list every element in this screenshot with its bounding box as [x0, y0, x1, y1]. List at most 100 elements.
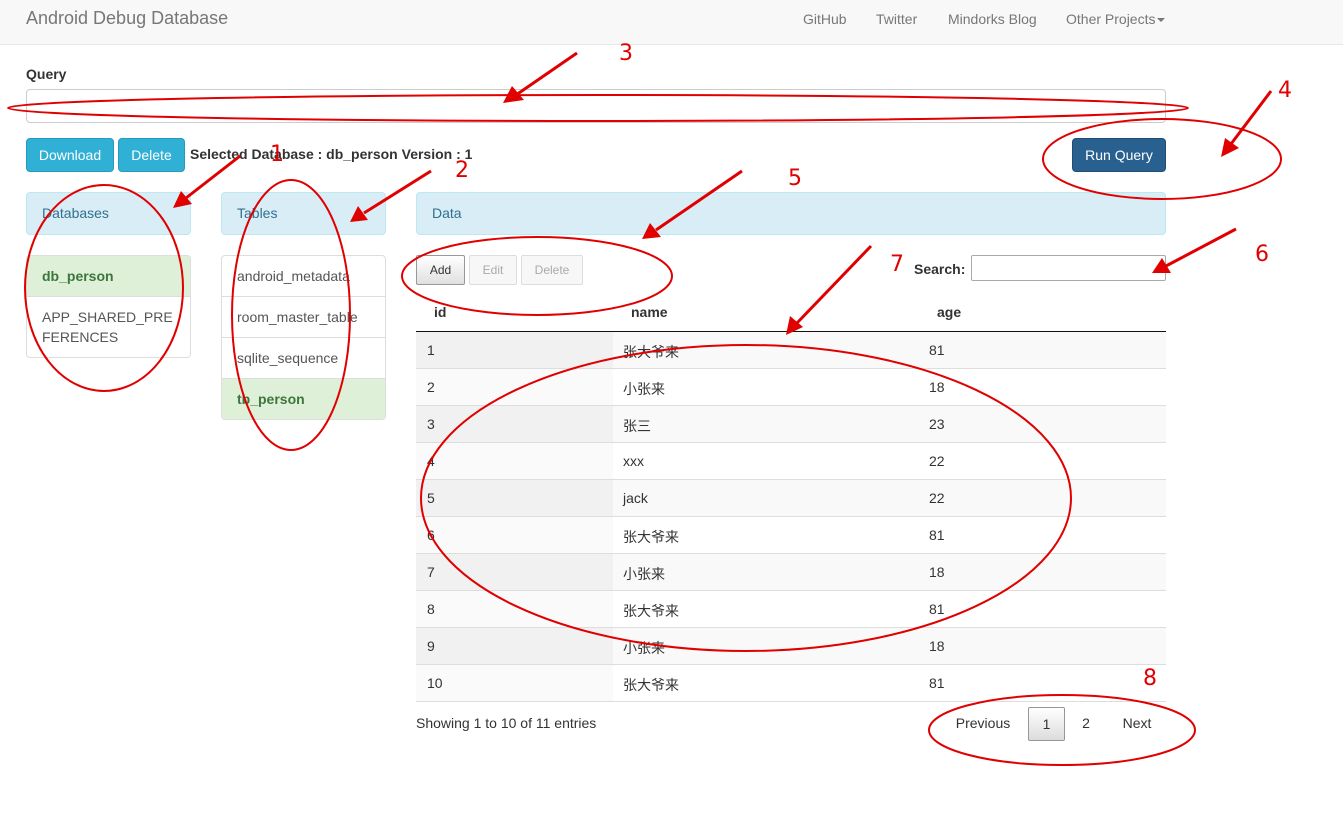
tables-list: android_metadata room_master_table sqlit…	[221, 255, 386, 420]
sorted-column-shade	[416, 480, 613, 516]
column-header-id[interactable]: id	[434, 304, 446, 320]
table-item-tb-person[interactable]: tb_person	[222, 378, 385, 419]
nav-dropdown-other-projects[interactable]: Other Projects	[1066, 11, 1166, 27]
table-cell-id: 4	[427, 453, 435, 469]
sorted-column-shade	[416, 628, 613, 664]
table-cell-id: 5	[427, 490, 435, 506]
nav-link-other-projects-label: Other Projects	[1066, 11, 1156, 27]
table-cell-name: 张大爷来	[623, 529, 679, 545]
edit-row-button[interactable]: Edit	[469, 255, 517, 285]
download-button[interactable]: Download	[26, 138, 114, 172]
sorted-column-shade	[416, 665, 613, 701]
table-cell-name: 张大爷来	[623, 603, 679, 619]
annotation-number-2: 2	[455, 158, 469, 183]
table-row[interactable]: 1 张大爷来 81	[416, 332, 1166, 369]
sorted-column-shade	[416, 406, 613, 442]
nav-link-twitter[interactable]: Twitter	[876, 11, 917, 27]
table-cell-name: 小张来	[623, 566, 665, 582]
delete-database-button[interactable]: Delete	[118, 138, 185, 172]
sorted-column-shade	[416, 369, 613, 405]
table-cell-age: 23	[929, 416, 945, 432]
annotation-number-7: 7	[890, 252, 904, 277]
delete-row-button[interactable]: Delete	[521, 255, 583, 285]
caret-down-icon	[1157, 18, 1166, 23]
database-item-app-shared-preferences[interactable]: APP_SHARED_PRE FERENCES	[27, 296, 190, 357]
table-cell-name: 张三	[623, 418, 651, 434]
table-header-row: id name age	[416, 293, 1166, 332]
sorted-column-shade	[416, 332, 613, 368]
top-navbar: Android Debug Database GitHub Twitter Mi…	[0, 0, 1343, 45]
table-body: 1 张大爷来 81 2 小张来 18 3 张三 23 4 xxx 22 5 jack 22 6 张大爷来 81 7 小…	[416, 332, 1166, 702]
table-cell-name: 张大爷来	[623, 344, 679, 360]
query-input[interactable]	[26, 89, 1166, 123]
annotation-number-3: 3	[619, 41, 633, 66]
add-row-button[interactable]: Add	[416, 255, 465, 285]
sorted-column-shade	[416, 554, 613, 590]
pagination-previous[interactable]: Previous	[944, 707, 1022, 741]
table-item-sqlite-sequence[interactable]: sqlite_sequence	[222, 337, 385, 378]
table-cell-name: xxx	[623, 453, 644, 469]
table-cell-id: 8	[427, 601, 435, 617]
search-input[interactable]	[971, 255, 1166, 281]
databases-panel-heading: Databases	[26, 192, 191, 235]
annotation-number-1: 1	[270, 142, 284, 167]
sorted-column-shade	[416, 443, 613, 479]
search-label: Search:	[914, 261, 966, 277]
table-cell-name: jack	[623, 490, 648, 506]
column-header-age[interactable]: age	[937, 304, 961, 320]
pagination-page-2[interactable]: 2	[1069, 707, 1103, 741]
table-row[interactable]: 4 xxx 22	[416, 443, 1166, 480]
app-brand[interactable]: Android Debug Database	[26, 8, 228, 29]
tables-panel-heading: Tables	[221, 192, 386, 235]
table-cell-name: 张大爷来	[623, 677, 679, 693]
data-panel-heading: Data	[416, 192, 1166, 235]
table-cell-id: 10	[427, 675, 443, 691]
table-row[interactable]: 5 jack 22	[416, 480, 1166, 517]
table-cell-id: 6	[427, 527, 435, 543]
annotation-number-8: 8	[1143, 666, 1157, 691]
table-cell-id: 7	[427, 564, 435, 580]
pagination-page-1[interactable]: 1	[1028, 707, 1065, 741]
table-cell-age: 81	[929, 527, 945, 543]
sorted-column-shade	[416, 591, 613, 627]
table-row[interactable]: 9 小张来 18	[416, 628, 1166, 665]
table-cell-name: 小张来	[623, 381, 665, 397]
annotation-number-5: 5	[788, 166, 802, 191]
sorted-column-shade	[416, 517, 613, 553]
table-row[interactable]: 8 张大爷来 81	[416, 591, 1166, 628]
table-row[interactable]: 7 小张来 18	[416, 554, 1166, 591]
table-cell-age: 18	[929, 638, 945, 654]
table-row[interactable]: 2 小张来 18	[416, 369, 1166, 406]
databases-list: db_person APP_SHARED_PRE FERENCES	[26, 255, 191, 358]
nav-link-mindorks-blog[interactable]: Mindorks Blog	[948, 11, 1037, 27]
table-row[interactable]: 6 张大爷来 81	[416, 517, 1166, 554]
table-cell-name: 小张来	[623, 640, 665, 656]
table-cell-age: 22	[929, 453, 945, 469]
table-cell-id: 2	[427, 379, 435, 395]
annotation-number-6: 6	[1255, 242, 1269, 267]
table-cell-age: 18	[929, 564, 945, 580]
annotation-arrow-4	[1229, 90, 1273, 145]
table-item-room-master-table[interactable]: room_master_table	[222, 296, 385, 337]
table-cell-id: 9	[427, 638, 435, 654]
table-cell-age: 18	[929, 379, 945, 395]
data-table: id name age 1 张大爷来 81 2 小张来 18 3 张三 23 4 xxx 22 5 jac…	[416, 293, 1166, 702]
table-row[interactable]: 3 张三 23	[416, 406, 1166, 443]
table-cell-age: 81	[929, 601, 945, 617]
table-cell-age: 81	[929, 342, 945, 358]
table-row[interactable]: 10 张大爷来 81	[416, 665, 1166, 702]
pagination-next[interactable]: Next	[1110, 707, 1164, 741]
annotation-arrow-6	[1165, 227, 1237, 268]
query-label: Query	[26, 66, 67, 82]
table-item-android-metadata[interactable]: android_metadata	[222, 256, 385, 296]
column-header-name[interactable]: name	[631, 304, 668, 320]
run-query-button[interactable]: Run Query	[1072, 138, 1166, 172]
table-cell-age: 22	[929, 490, 945, 506]
annotation-number-4: 4	[1278, 78, 1292, 103]
nav-link-github[interactable]: GitHub	[803, 11, 847, 27]
database-item-db-person[interactable]: db_person	[27, 256, 190, 296]
table-cell-id: 3	[427, 416, 435, 432]
entries-info: Showing 1 to 10 of 11 entries	[416, 715, 597, 731]
table-cell-age: 81	[929, 675, 945, 691]
table-cell-id: 1	[427, 342, 435, 358]
